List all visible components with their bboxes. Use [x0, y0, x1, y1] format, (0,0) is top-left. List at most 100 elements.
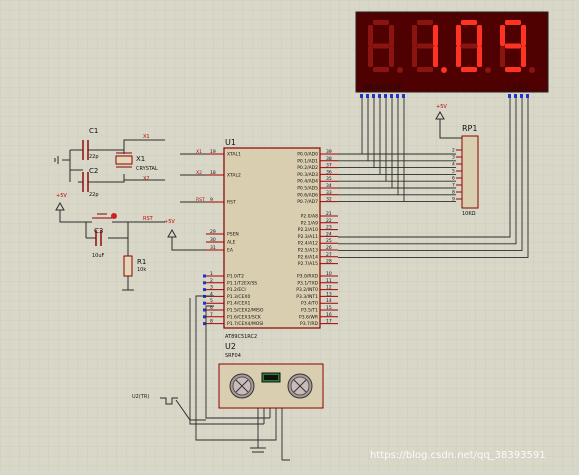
mcu-pin-p0-0[interactable]: P0.0/AD0	[297, 152, 318, 158]
mcu-ref: U1	[225, 138, 236, 147]
mcu-pin-number: 16	[326, 312, 332, 318]
net-x2-label-left: X2	[143, 176, 150, 182]
seven-segment-display[interactable]: ABCDEFG DP 1 2 3 4	[355, 11, 549, 98]
mcu-pin-p3-0[interactable]: P3.0/RXD	[297, 274, 319, 280]
display-digit-pin[interactable]	[514, 94, 517, 98]
segment-f	[412, 25, 417, 46]
display-digit-pin[interactable]	[526, 94, 529, 98]
mcu-pin-p0-2[interactable]: P0.2/AD2	[297, 165, 318, 171]
segment-g	[505, 43, 521, 49]
mcu-pin-number: 15	[326, 305, 332, 311]
segment-a	[373, 20, 389, 25]
mcu-pin-number: 11	[326, 278, 332, 284]
mcu-pin-p2-2[interactable]: P2.2/A10	[298, 227, 318, 233]
rp1-pin-8[interactable]: 8	[452, 190, 455, 196]
mcu-pin-p1-4[interactable]: P1.4/CEX1	[227, 301, 250, 307]
mcu-pin-number: 34	[326, 183, 332, 189]
mcu-pin-p2-1[interactable]: P2.1/A9	[301, 220, 318, 226]
mcu-pin-p1-5[interactable]: P1.5/CEX2/MISO	[227, 308, 264, 314]
mcu-pin-p0-4[interactable]: P0.4/AD4	[297, 179, 318, 185]
rp1-pin-2[interactable]: 2	[452, 148, 455, 154]
mcu-pin-number: 4	[210, 291, 213, 297]
mcu-pin-p2-6[interactable]: P2.6/A14	[298, 254, 318, 260]
mcu-pin-ctrl-2[interactable]: RST	[227, 200, 236, 206]
mcu-part: AT89C51RC2	[225, 334, 257, 340]
mcu-pin-number: 31	[210, 245, 216, 251]
mcu-pin-p3-1[interactable]: P3.1/TXD	[297, 280, 318, 286]
rp1-pin-7[interactable]: 7	[452, 183, 455, 189]
rp1-pin-5[interactable]: 5	[452, 169, 455, 175]
rp1-pin-9[interactable]: 9	[452, 197, 455, 203]
mcu-pin-number: 33	[326, 190, 332, 196]
mcu-pin-number: 7	[210, 312, 213, 318]
mcu-pin-p1-1[interactable]: P1.1/T2EX/SS	[227, 280, 257, 286]
sensor-ref: U2	[225, 342, 236, 351]
mcu-pin-p3-5[interactable]: P3.5/T1	[301, 308, 318, 314]
mcu-pin-p2-5[interactable]: P2.5/A13	[298, 248, 318, 254]
rp1-pin-3[interactable]: 3	[452, 155, 455, 161]
mcu-pin-p0-3[interactable]: P0.3/AD3	[297, 172, 318, 178]
segment-e	[500, 46, 505, 67]
mcu-pin-number: 22	[326, 218, 332, 224]
display-seg-pin[interactable]	[360, 94, 363, 98]
mcu-pin-p0-7[interactable]: P0.7/AD7	[297, 199, 318, 205]
display-seg-pin[interactable]	[372, 94, 375, 98]
mcu-pin-p0-1[interactable]: P0.1/AD1	[297, 158, 318, 164]
mcu-pin-p1-3[interactable]: P1.3/CEX0	[227, 294, 250, 300]
segment-g	[461, 43, 477, 49]
c3-value: 10uF	[92, 253, 105, 259]
mcu-pin-ctrl-5[interactable]: EA	[227, 248, 234, 254]
display-digit-pin[interactable]	[508, 94, 511, 98]
display-seg-pin[interactable]	[390, 94, 393, 98]
mcu-pin-p2-4[interactable]: P2.4/A12	[298, 241, 318, 247]
mcu-pin-number: 2	[210, 278, 213, 284]
display-seg-pin[interactable]	[396, 94, 399, 98]
pin-terminal[interactable]	[203, 301, 206, 305]
mcu-pin-p0-5[interactable]: P0.5/AD5	[297, 186, 318, 192]
mcu-pin-ctrl-4[interactable]: ALE	[227, 240, 236, 246]
mcu-pin-p2-0[interactable]: P2.0/A8	[301, 214, 318, 220]
segment-a	[461, 20, 477, 25]
mcu-pin-p2-3[interactable]: P2.3/A11	[298, 234, 318, 240]
mcu-pin-ctrl-0[interactable]: XTAL1	[227, 152, 241, 158]
mcu-pin-number: 23	[326, 225, 332, 231]
mcu-pin-p3-3[interactable]: P3.3/INT1	[296, 294, 318, 300]
display-seg-pin[interactable]	[366, 94, 369, 98]
c2-value: 22p	[89, 192, 99, 198]
mcu-pin-p1-0[interactable]: P1.0/T2	[227, 274, 244, 280]
probe-label: U2(TR)	[132, 394, 149, 400]
display-digit-pin[interactable]	[520, 94, 523, 98]
mcu-pin-number: 1	[210, 271, 213, 277]
rp1-pin-6[interactable]: 6	[452, 176, 455, 182]
mcu-pin-ctrl-3[interactable]: PSEN	[227, 232, 239, 238]
mcu-pin-p0-6[interactable]: P0.6/AD6	[297, 192, 318, 198]
vcc-label-reset: +5V	[56, 193, 67, 199]
mcu-pin-p1-7[interactable]: P1.7/CEX4/MOSI	[227, 321, 263, 327]
mcu-pin-number: 26	[326, 245, 332, 251]
c1-label: C1	[89, 127, 98, 135]
display-seg-pin[interactable]	[378, 94, 381, 98]
mcu-pin-p3-7[interactable]: P3.7/RD	[300, 321, 319, 327]
rp1-pin-4[interactable]: 4	[452, 162, 455, 168]
pin-terminal[interactable]	[203, 281, 206, 285]
mcu-pin-p3-6[interactable]: P3.6/WR	[299, 314, 318, 320]
mcu-pin-p1-6[interactable]: P1.6/CEX3/SCK	[227, 314, 262, 320]
mcu-pin-p3-2[interactable]: P3.2/INT0	[296, 287, 318, 293]
segment-f	[456, 25, 461, 46]
mcu-pin-p2-7[interactable]: P2.7/A15	[298, 261, 318, 267]
mcu-pin-number: 19	[210, 149, 216, 155]
mcu-pin-p3-4[interactable]: P3.4/T0	[301, 301, 318, 307]
display-seg-pin[interactable]	[402, 94, 405, 98]
segment-a	[417, 20, 433, 25]
pin-terminal[interactable]	[203, 274, 206, 278]
display-seg-pin[interactable]	[384, 94, 387, 98]
segment-e	[368, 46, 373, 67]
segment-dp	[397, 67, 403, 73]
segment-c	[521, 46, 526, 67]
mcu-pin-p1-2[interactable]: P1.2/ECI	[227, 287, 246, 293]
r1-label: R1	[137, 258, 146, 266]
rp1-ref: RP1	[462, 124, 477, 133]
mcu-pin-number: 18	[210, 170, 216, 176]
mcu-pin-ctrl-1[interactable]: XTAL2	[227, 173, 241, 179]
pin-terminal[interactable]	[203, 288, 206, 292]
